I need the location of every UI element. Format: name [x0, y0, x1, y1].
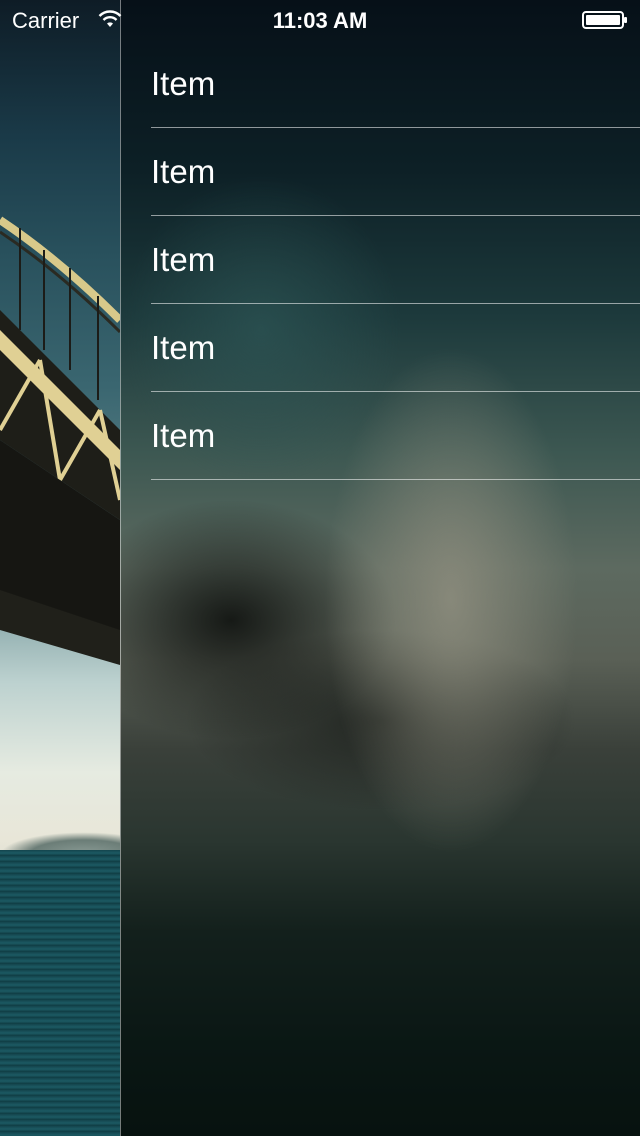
side-menu-panel: Item Item Item Item Item — [120, 0, 640, 1136]
menu-item[interactable]: Item — [151, 304, 640, 392]
status-bar: Carrier 11:03 AM — [0, 0, 640, 40]
menu-item-label: Item — [151, 152, 216, 190]
menu-item-label: Item — [151, 64, 216, 102]
menu-item-label: Item — [151, 416, 216, 454]
menu-item[interactable]: Item — [151, 216, 640, 304]
sea-water — [0, 850, 120, 1136]
menu-item[interactable]: Item — [151, 128, 640, 216]
menu-list: Item Item Item Item Item — [151, 40, 640, 480]
menu-item-label: Item — [151, 328, 216, 366]
menu-item[interactable]: Item — [151, 40, 640, 128]
battery-icon — [582, 11, 627, 29]
status-time: 11:03 AM — [272, 8, 368, 33]
menu-item-label: Item — [151, 240, 216, 278]
bridge-illustration — [0, 216, 120, 665]
background-photo — [0, 0, 120, 1136]
menu-item[interactable]: Item — [151, 392, 640, 480]
